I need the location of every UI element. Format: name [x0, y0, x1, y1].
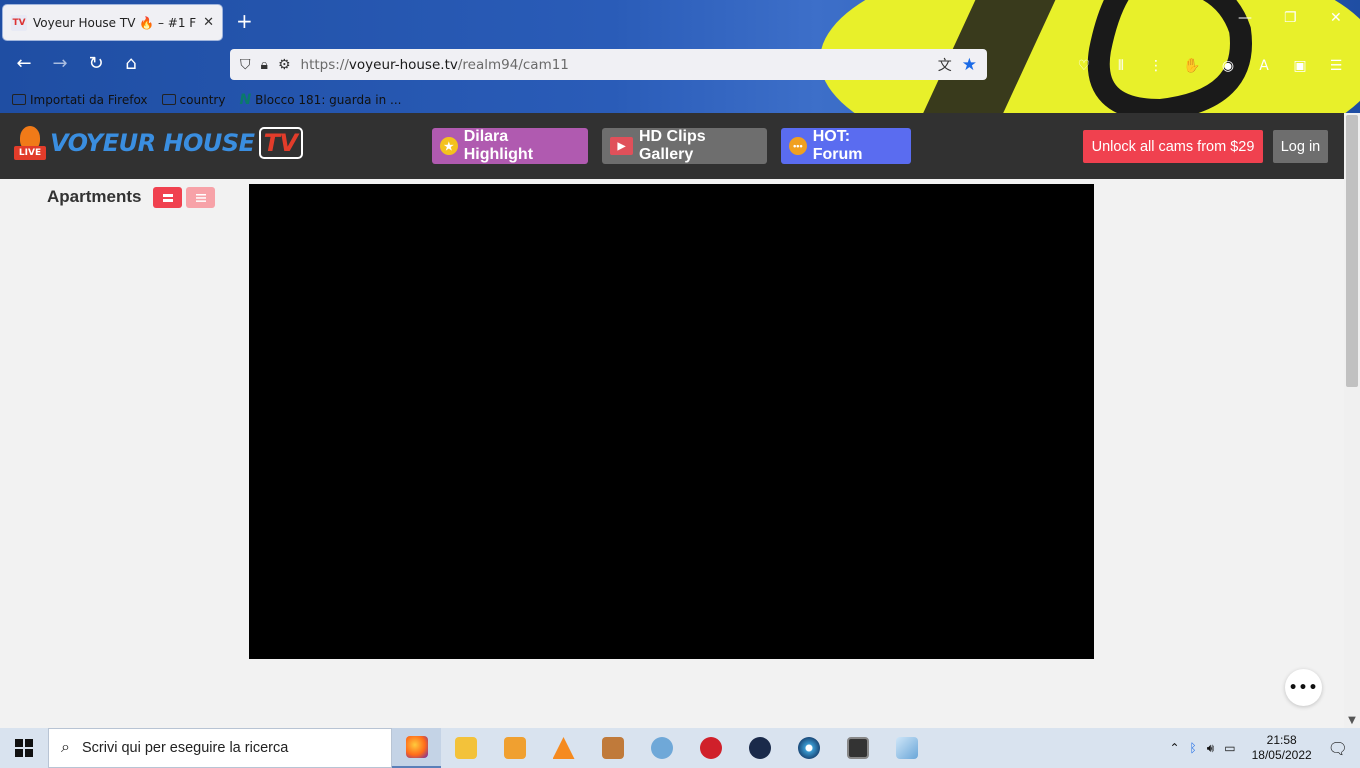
browser-tab[interactable]: TV Voyeur House TV 🔥 – #1 FREE S ✕ [3, 5, 222, 40]
shield-icon[interactable]: ⛉ [240, 57, 251, 73]
taskbar-app-camera[interactable] [735, 728, 784, 768]
folder-icon [12, 94, 26, 105]
more-options-button[interactable]: ••• [1285, 669, 1322, 706]
taskbar-app-glass[interactable] [882, 728, 931, 768]
logo-tv-text: TV [258, 127, 303, 159]
bookmarks-bar: Importati da Firefox country N Blocco 181… [0, 86, 1360, 113]
taskbar-firefox[interactable] [392, 728, 441, 768]
clock-date: 18/05/2022 [1251, 748, 1312, 762]
scroll-down-icon[interactable]: ▼ [1344, 715, 1360, 726]
list-icon [195, 193, 206, 202]
video-player[interactable] [249, 184, 1094, 659]
taskbar-apps [392, 728, 931, 768]
new-tab-button[interactable]: + [236, 11, 253, 31]
home-icon[interactable]: ⌂ [119, 54, 143, 74]
taskbar-app-rabbit[interactable] [588, 728, 637, 768]
grid-icon [162, 193, 173, 202]
translate-icon[interactable]: 文 [938, 55, 952, 75]
taskbar-app-window[interactable] [833, 728, 882, 768]
taskbar-vlc[interactable] [539, 728, 588, 768]
reload-icon[interactable]: ↻ [84, 54, 108, 74]
folder-icon [454, 737, 477, 759]
bookmark-folder-imported[interactable]: Importati da Firefox [12, 93, 148, 107]
site-favicon-icon: TV [11, 14, 27, 31]
unlock-cams-button[interactable]: Unlock all cams from $29 [1083, 130, 1263, 163]
bookmark-folder-country[interactable]: country [161, 93, 225, 107]
taskbar-app-eye[interactable] [637, 728, 686, 768]
eye-app-icon [650, 737, 673, 759]
minimize-icon[interactable]: — [1238, 10, 1252, 26]
tray-expand-icon[interactable]: ⌃ [1169, 741, 1179, 755]
taskbar-file-explorer[interactable] [441, 728, 490, 768]
nav-bar: ← → ↻ ⌂ ⛉ 🔒︎ ⚙ https://voyeur-house.tv/r… [0, 44, 1360, 86]
vlc-cone-icon [552, 737, 575, 759]
login-button[interactable]: Log in [1273, 130, 1328, 163]
taskbar-search-box[interactable]: ⌕ Scrivi qui per eseguire la ricerca [48, 728, 392, 768]
search-placeholder: Scrivi qui per eseguire la ricerca [81, 740, 289, 756]
apartments-heading: Apartments [47, 187, 142, 206]
bookmark-star-icon[interactable]: ★ [962, 55, 977, 75]
clock-time: 21:58 [1266, 733, 1297, 747]
taskbar-clock[interactable]: 21:58 18/05/2022 [1252, 733, 1312, 763]
extension-icon[interactable]: ⋮ [1147, 57, 1165, 75]
windows-logo-icon [15, 739, 33, 757]
firefox-icon [405, 736, 428, 758]
library-icon[interactable]: ⫴ [1112, 57, 1130, 75]
disc-app-icon [797, 737, 820, 759]
windows-taskbar: ⌕ Scrivi qui per eseguire la ricerca ⌃ ᛒ… [0, 728, 1360, 768]
volume-icon[interactable]: 🔊︎ [1207, 741, 1215, 756]
taskbar-app-disc[interactable] [784, 728, 833, 768]
back-icon[interactable]: ← [12, 54, 36, 74]
site-header: LIVE VOYEUR HOUSE TV ★ Dilara Highlight ▶… [0, 113, 1344, 179]
pocket-icon[interactable]: ♡ [1075, 57, 1093, 75]
tab-bar: TV Voyeur House TV 🔥 – #1 FREE S ✕ + — ❐… [0, 0, 1360, 44]
netflix-n-icon: N [239, 91, 252, 108]
camera-app-icon [748, 737, 771, 759]
system-tray: ⌃ ᛒ 🔊︎ ▭ 21:58 18/05/2022 🗨︎ [1169, 728, 1360, 768]
chat-bubble-icon: ••• [789, 137, 807, 155]
site-logo[interactable]: LIVE VOYEUR HOUSE TV [14, 126, 303, 160]
hot-forum-button[interactable]: ••• HOT: Forum [781, 128, 911, 164]
taskbar-app-red[interactable] [686, 728, 735, 768]
bookmark-blocco[interactable]: N Blocco 181: guarda in ... [239, 92, 401, 108]
network-icon[interactable]: ▭ [1224, 741, 1235, 755]
live-flame-icon: LIVE [14, 126, 46, 160]
scrollbar-thumb[interactable] [1346, 115, 1358, 387]
list-view-button[interactable] [186, 187, 215, 208]
adblock-icon[interactable]: ✋ [1183, 57, 1201, 75]
search-icon: ⌕ [61, 739, 70, 756]
tab-close-icon[interactable]: ✕ [203, 15, 214, 30]
start-button[interactable] [0, 728, 48, 768]
lock-icon[interactable]: 🔒︎ [261, 57, 268, 73]
logo-brand-text: VOYEUR HOUSE [50, 129, 255, 157]
close-window-icon[interactable]: ✕ [1330, 10, 1342, 26]
video-camera-icon: ▶ [610, 137, 633, 155]
star-icon: ★ [440, 137, 458, 155]
restore-icon[interactable]: ❐ [1284, 10, 1297, 26]
page-scrollbar[interactable]: ▼ [1344, 113, 1360, 728]
incognito-icon[interactable]: ◉ [1219, 57, 1237, 75]
red-app-icon [699, 737, 722, 759]
hd-clips-gallery-button[interactable]: ▶ HD Clips Gallery [602, 128, 767, 164]
menu-icon[interactable]: ☰ [1327, 57, 1345, 75]
glass-app-icon [895, 737, 918, 759]
taskbar-media-player[interactable] [490, 728, 539, 768]
window-app-icon [846, 737, 869, 759]
rabbit-app-icon [601, 737, 624, 759]
folder-icon [161, 94, 176, 105]
media-player-icon [503, 737, 526, 759]
address-bar[interactable]: ⛉ 🔒︎ ⚙ https://voyeur-house.tv/realm94/c… [230, 49, 987, 80]
url-text[interactable]: https://voyeur-house.tv/realm94/cam11 [301, 57, 928, 73]
translator-extension-icon[interactable]: A [1255, 57, 1273, 75]
bluetooth-icon[interactable]: ᛒ [1190, 741, 1197, 755]
main-content: Apartments ••• [0, 179, 1344, 728]
shield-extension-icon[interactable]: ▣ [1291, 57, 1309, 75]
tab-title: Voyeur House TV 🔥 – #1 FREE S [33, 15, 197, 30]
permissions-icon[interactable]: ⚙ [278, 57, 291, 73]
dilara-highlight-button[interactable]: ★ Dilara Highlight [432, 128, 588, 164]
forward-icon[interactable]: → [48, 54, 72, 74]
notifications-icon[interactable]: 🗨︎ [1328, 739, 1348, 758]
grid-view-button[interactable] [153, 187, 182, 208]
